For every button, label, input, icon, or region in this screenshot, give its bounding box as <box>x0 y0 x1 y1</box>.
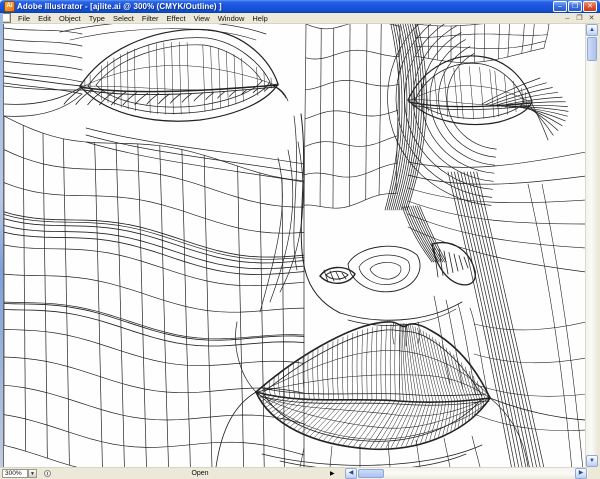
document-icon <box>2 13 11 23</box>
wireframe-face-artwork[interactable] <box>4 24 585 467</box>
status-readout[interactable]: Open <box>100 470 300 477</box>
menu-type[interactable]: Type <box>85 14 109 23</box>
doc-restore-button[interactable]: ❐ <box>575 14 584 23</box>
scroll-up-button[interactable]: ▲ <box>586 24 598 36</box>
menu-bar: File Edit Object Type Select Filter Effe… <box>0 13 600 24</box>
menu-view[interactable]: View <box>190 14 214 23</box>
vertical-scroll-thumb[interactable] <box>587 37 597 61</box>
doc-close-button[interactable]: ✕ <box>587 14 596 23</box>
close-button[interactable]: ✕ <box>583 1 597 12</box>
vertical-scrollbar[interactable]: ▲ ▼ <box>585 24 597 467</box>
zoom-dropdown-button[interactable]: ▼ <box>28 469 37 478</box>
illustrator-app-icon: Ai <box>4 1 15 12</box>
menu-select[interactable]: Select <box>109 14 138 23</box>
scroll-right-button[interactable]: ▶ <box>575 468 587 479</box>
document-canvas[interactable] <box>3 24 585 467</box>
status-popup-arrow-icon[interactable]: ▶ <box>330 470 335 477</box>
horizontal-scroll-thumb[interactable] <box>358 469 384 478</box>
minimize-button[interactable]: – <box>553 1 567 12</box>
doc-minimize-button[interactable]: – <box>563 14 572 23</box>
scroll-down-button[interactable]: ▼ <box>586 455 598 467</box>
window-title: Adobe Illustrator - [ajlite.ai @ 300% (C… <box>17 2 553 11</box>
scrollbar-corner <box>588 467 600 479</box>
menu-window[interactable]: Window <box>214 14 249 23</box>
menu-file[interactable]: File <box>14 14 34 23</box>
maximize-button[interactable]: ❐ <box>568 1 582 12</box>
scroll-left-button[interactable]: ◀ <box>345 468 357 479</box>
menu-filter[interactable]: Filter <box>138 14 163 23</box>
zoom-level-field[interactable]: 300% <box>2 469 28 478</box>
menu-effect[interactable]: Effect <box>163 14 190 23</box>
menu-edit[interactable]: Edit <box>34 14 55 23</box>
illustrator-window: Ai Adobe Illustrator - [ajlite.ai @ 300%… <box>0 0 600 479</box>
horizontal-scrollbar[interactable]: ◀ ▶ <box>345 467 588 479</box>
menu-help[interactable]: Help <box>248 14 271 23</box>
menu-object[interactable]: Object <box>55 14 85 23</box>
status-clock-icon <box>44 470 51 477</box>
title-bar[interactable]: Ai Adobe Illustrator - [ajlite.ai @ 300%… <box>0 0 600 13</box>
